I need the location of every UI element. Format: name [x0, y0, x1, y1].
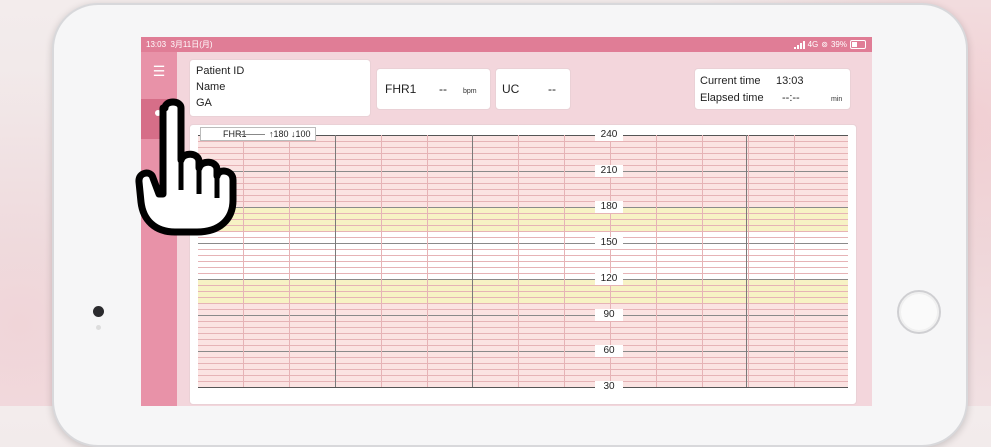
elapsed-time-label: Elapsed time	[700, 92, 764, 104]
home-button[interactable]	[897, 290, 941, 334]
camera-sensor	[96, 325, 101, 330]
fhr-chart[interactable]: 240 210 180 150 120 90 60 30	[198, 129, 848, 393]
fhr-value: --	[439, 82, 447, 96]
grid-line	[198, 183, 848, 184]
y-tick-label: 30	[595, 381, 623, 393]
grid-line	[198, 255, 848, 256]
y-tick-label: 120	[595, 273, 623, 285]
y-tick-label: 60	[595, 345, 623, 357]
grid-line-vertical	[564, 135, 565, 387]
status-bar: 13:03 3月11日(月) 4G ⊚ 39%	[141, 37, 872, 52]
fhr-label: FHR1	[385, 82, 417, 96]
grid-line	[198, 351, 848, 352]
legend-alarm-limits: ↑180 ↓100	[269, 129, 311, 139]
grid-line-vertical	[518, 135, 519, 387]
grid-line	[198, 327, 848, 328]
grid-line-major	[746, 135, 747, 387]
grid-line	[198, 225, 848, 226]
grid-line	[198, 387, 848, 388]
patient-id-label: Patient ID	[196, 65, 245, 77]
grid-line-vertical	[381, 135, 382, 387]
grid-line	[198, 171, 848, 172]
grid-line	[198, 249, 848, 250]
grid-line	[198, 369, 848, 370]
grid-line-vertical	[794, 135, 795, 387]
grid-line	[198, 261, 848, 262]
grid-line	[198, 375, 848, 376]
y-tick-label: 240	[595, 129, 623, 141]
elapsed-time-value: --:--	[782, 92, 800, 104]
grid-line	[198, 273, 848, 274]
grid-line	[198, 357, 848, 358]
grid-line-major	[335, 135, 336, 387]
pointing-hand-icon	[135, 98, 237, 236]
grid-line-vertical	[243, 135, 244, 387]
y-tick-label: 150	[595, 237, 623, 249]
grid-line	[198, 285, 848, 286]
uc-value: --	[548, 82, 556, 96]
fhr-card: FHR1 -- bpm	[376, 68, 491, 110]
grid-line	[198, 309, 848, 310]
fhr-unit: bpm	[463, 88, 477, 95]
ctg-chart-card: 240 210 180 150 120 90 60 30 FHR1 ↑180 ↓100	[189, 124, 857, 405]
grid-line	[198, 189, 848, 190]
status-time: 13:03	[146, 40, 167, 49]
app-screen: 13:03 3月11日(月) 4G ⊚ 39% ☰ Patient ID Nam…	[141, 37, 872, 406]
y-tick-label: 180	[595, 201, 623, 213]
grid-line	[198, 159, 848, 160]
grid-line	[198, 297, 848, 298]
time-card: Current time 13:03 Elapsed time --:-- mi…	[694, 68, 851, 110]
battery-percent: 39%	[830, 40, 847, 49]
grid-line	[198, 333, 848, 334]
grid-line	[198, 363, 848, 364]
status-indicators: 4G ⊚ 39%	[793, 37, 866, 52]
front-camera	[93, 306, 104, 317]
grid-line-vertical	[289, 135, 290, 387]
grid-line-vertical	[656, 135, 657, 387]
grid-line	[198, 381, 848, 382]
location-icon: ⊚	[821, 40, 828, 49]
grid-line-vertical	[748, 135, 749, 387]
grid-line	[198, 201, 848, 202]
grid-line	[198, 195, 848, 196]
y-tick-label: 210	[595, 165, 623, 177]
status-time-date: 13:03 3月11日(月)	[146, 37, 213, 52]
grid-line	[198, 267, 848, 268]
grid-line	[198, 291, 848, 292]
grid-line	[198, 219, 848, 220]
grid-line	[198, 141, 848, 142]
grid-line-vertical	[702, 135, 703, 387]
status-date: 3月11日(月)	[170, 40, 213, 49]
uc-label: UC	[502, 82, 520, 96]
network-type: 4G	[807, 40, 819, 49]
grid-line	[198, 339, 848, 340]
y-tick-label: 90	[595, 309, 623, 321]
grid-line	[198, 147, 848, 148]
elapsed-time-unit: min	[831, 96, 843, 103]
grid-line	[198, 345, 848, 346]
grid-line-major	[472, 135, 473, 387]
patient-name-label: Name	[196, 81, 226, 93]
grid-line	[198, 321, 848, 322]
grid-line	[198, 213, 848, 214]
grid-line	[198, 231, 848, 232]
uc-card: UC --	[495, 68, 571, 110]
current-time-value: 13:03	[776, 75, 804, 87]
grid-line	[198, 279, 848, 280]
grid-line	[198, 315, 848, 316]
grid-line	[198, 243, 848, 244]
grid-line	[198, 207, 848, 208]
grid-line	[198, 303, 848, 304]
grid-line	[198, 237, 848, 238]
battery-icon	[850, 40, 866, 49]
grid-line	[198, 165, 848, 166]
grid-line-vertical	[427, 135, 428, 387]
grid-line	[198, 153, 848, 154]
legend-line	[237, 134, 265, 135]
grid-line	[198, 177, 848, 178]
menu-icon[interactable]: ☰	[150, 64, 168, 78]
signal-icon	[793, 40, 805, 49]
current-time-label: Current time	[700, 75, 761, 87]
